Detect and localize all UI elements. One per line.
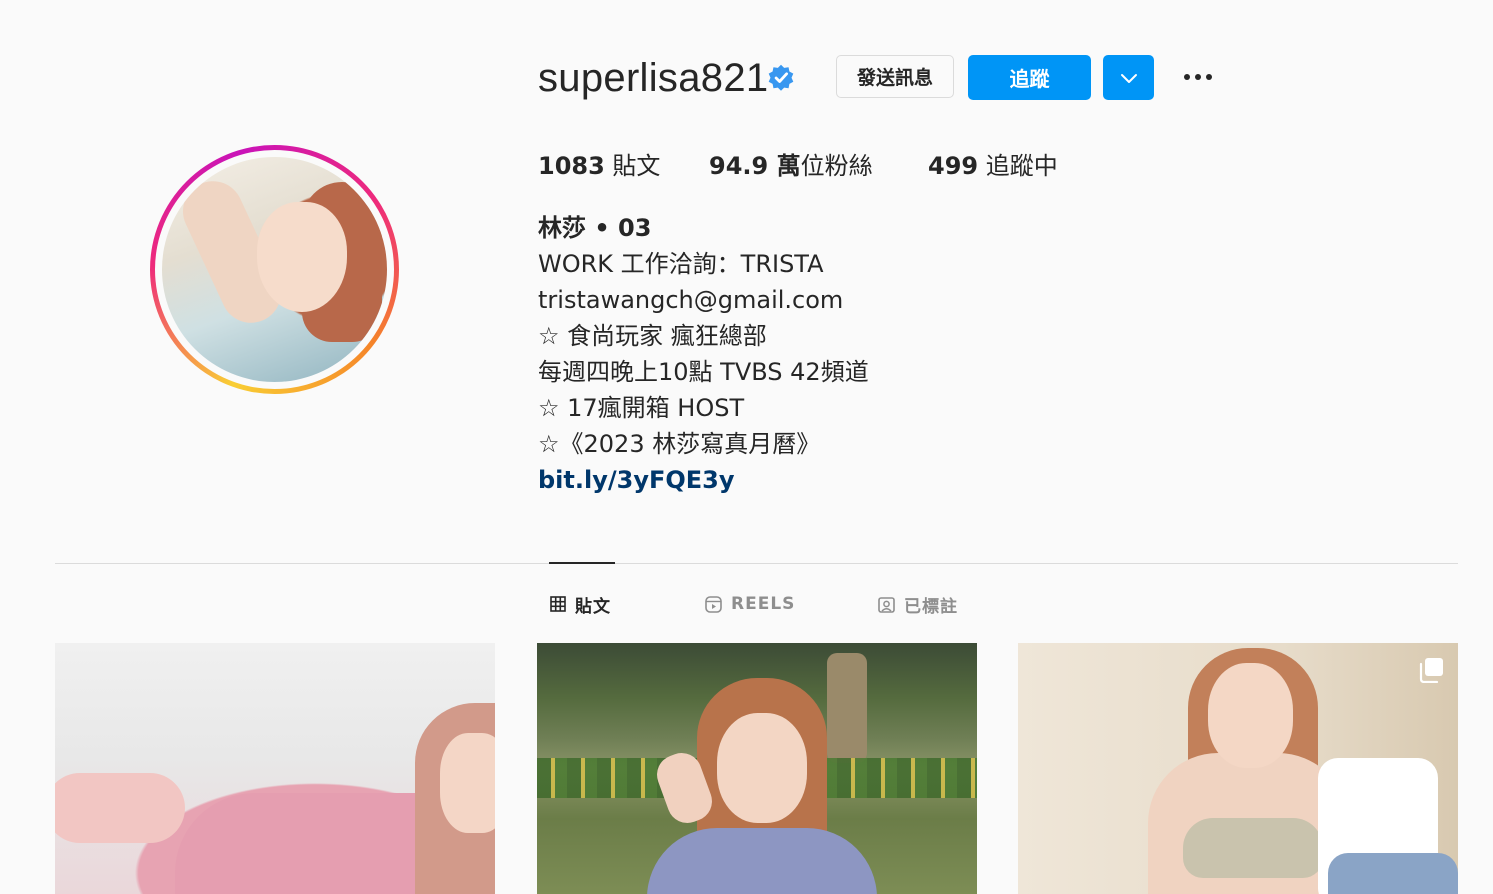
followers-count: 94.9 萬 — [709, 152, 801, 180]
profile-full-name: 林莎 • 03 — [538, 214, 652, 242]
tab-tagged[interactable]: 已標註 — [878, 592, 958, 617]
posts-label: 貼文 — [604, 152, 661, 180]
followers-stat-link[interactable]: 94.9 萬位粉絲 — [709, 146, 873, 181]
tabs-divider — [55, 563, 1458, 564]
grid-icon — [550, 596, 566, 612]
bio-line: ☆ 17瘋開箱 HOST — [538, 394, 745, 422]
post-thumbnail[interactable] — [537, 643, 977, 894]
carousel-icon — [1419, 658, 1443, 683]
profile-username: superlisa821 — [538, 56, 769, 100]
post-photo-part — [717, 713, 807, 823]
bio-line: WORK 工作洽詢：TRISTA — [538, 250, 824, 278]
post-photo-part — [827, 653, 867, 763]
following-count: 499 — [928, 152, 979, 180]
following-label: 追蹤中 — [978, 152, 1058, 180]
avatar-photo-part — [257, 202, 347, 312]
tab-reels-label: REELS — [731, 594, 796, 614]
post-photo-part — [647, 828, 877, 894]
bio-external-link[interactable]: bit.ly/3yFQE3y — [538, 462, 1098, 498]
posts-count-stat: 1083 貼文 — [538, 146, 660, 181]
profile-avatar[interactable] — [162, 157, 387, 382]
follow-button[interactable]: 追蹤 — [968, 55, 1091, 100]
chevron-down-icon — [1120, 73, 1137, 83]
message-button[interactable]: 發送訊息 — [836, 55, 954, 98]
suggested-accounts-dropdown-button[interactable] — [1103, 55, 1154, 100]
profile-avatar-story-ring[interactable] — [150, 145, 399, 394]
profile-page: superlisa821 發送訊息 追蹤 1083 貼文 94.9 萬位粉絲 4… — [0, 0, 1493, 894]
post-thumbnail[interactable] — [1018, 643, 1458, 894]
post-thumbnail[interactable] — [55, 643, 495, 894]
verified-badge-icon — [768, 64, 794, 91]
posts-count: 1083 — [538, 152, 605, 180]
post-photo-part — [1328, 853, 1458, 894]
post-photo-part — [1208, 663, 1293, 768]
bio-line: tristawangch@gmail.com — [538, 286, 844, 314]
bio-line: ☆ 食尚玩家 瘋狂總部 — [538, 322, 767, 350]
post-photo-part — [440, 733, 495, 833]
bio-line: ☆《2023 林莎寫真月曆》 — [538, 430, 821, 458]
post-photo-part — [1183, 818, 1323, 878]
following-stat-link[interactable]: 499 追蹤中 — [928, 146, 1058, 181]
tab-posts[interactable]: 貼文 — [550, 592, 611, 617]
tagged-icon — [878, 596, 895, 613]
active-tab-indicator — [549, 562, 615, 564]
followers-label: 位粉絲 — [800, 152, 873, 180]
tab-tagged-label: 已標註 — [904, 596, 958, 617]
post-photo-part — [55, 773, 185, 843]
tab-reels[interactable]: REELS — [705, 592, 795, 616]
tab-posts-label: 貼文 — [575, 596, 611, 617]
more-options-icon[interactable] — [1180, 66, 1216, 88]
reels-icon — [705, 595, 722, 613]
profile-bio: 林莎 • 03 WORK 工作洽詢：TRISTA tristawangch@gm… — [538, 210, 1098, 498]
bio-line: 每週四晚上10點 TVBS 42頻道 — [538, 358, 869, 386]
